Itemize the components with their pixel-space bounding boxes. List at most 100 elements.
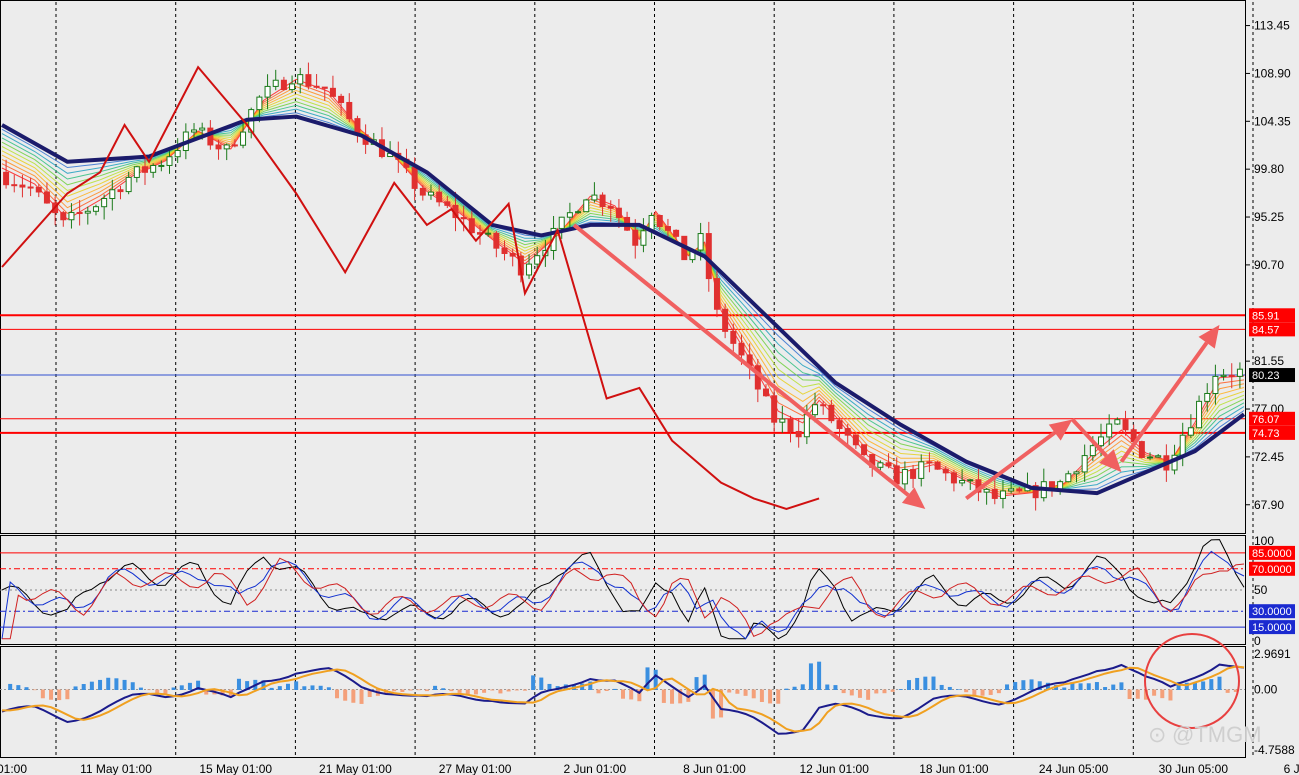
candle [444, 201, 451, 206]
macd-histogram-bar [179, 685, 184, 690]
macd-histogram-bar [424, 689, 429, 692]
macd-histogram-bar [939, 684, 944, 690]
price-tag-label: 76.07 [1252, 414, 1280, 426]
time-label: 30 Jun 05:00 [1159, 762, 1229, 775]
macd-histogram-bar [1160, 689, 1165, 699]
time-label: 27 May 01:00 [439, 762, 512, 775]
candle [836, 420, 843, 430]
candle [1016, 488, 1023, 492]
candle [256, 96, 263, 111]
candle [534, 255, 541, 265]
candle [1081, 455, 1088, 473]
time-label: 2 Jun 01:00 [563, 762, 626, 775]
candle [1228, 374, 1235, 377]
macd-histogram-bar [1225, 689, 1230, 693]
macd-histogram-bar [1094, 682, 1099, 690]
macd-histogram-bar [1078, 683, 1083, 690]
candle [35, 186, 42, 193]
macd-histogram-bar [1209, 679, 1214, 690]
price-tick-label: 72.45 [1254, 450, 1284, 464]
macd-histogram-bar [335, 689, 340, 699]
candle [280, 79, 287, 91]
macd-histogram-bar [269, 687, 274, 690]
candle [1179, 434, 1186, 456]
candle [697, 233, 704, 251]
candle [207, 127, 214, 146]
macd-histogram-bar [1168, 689, 1173, 701]
candle [599, 194, 606, 208]
candle [1114, 419, 1121, 425]
candle [934, 461, 941, 470]
macd-histogram-bar [833, 685, 838, 690]
candle [803, 414, 810, 438]
candle [730, 330, 737, 344]
candle [999, 490, 1006, 499]
macd-histogram-bar [147, 689, 152, 691]
chart-background [0, 0, 1299, 775]
macd-histogram-bar [457, 689, 462, 693]
candle [1155, 455, 1162, 458]
macd-histogram-bar [473, 689, 478, 695]
candle [68, 212, 75, 221]
macd-histogram-bar [1135, 689, 1140, 699]
macd-histogram-bar [1021, 680, 1026, 690]
candle [607, 206, 614, 209]
macd-histogram-bar [874, 689, 879, 694]
macd-histogram-bar [964, 689, 969, 693]
candle [983, 488, 990, 493]
candle [346, 101, 353, 120]
oscillator-tick-label: 50 [1254, 583, 1268, 597]
macd-histogram-bar [1119, 682, 1124, 690]
candle [1220, 374, 1227, 377]
candle [1065, 473, 1072, 483]
candle [264, 85, 271, 98]
watermark-icon: ⊙ [1148, 722, 1166, 747]
macd-histogram-bar [661, 689, 666, 703]
macd-histogram-bar [506, 689, 511, 692]
candle [991, 488, 998, 499]
macd-histogram-bar [898, 689, 903, 690]
macd-histogram-bar [138, 687, 143, 690]
time-label: 21 May 01:00 [319, 762, 392, 775]
macd-histogram-bar [1127, 689, 1132, 700]
macd-histogram-bar [776, 689, 781, 704]
macd-histogram-bar [40, 689, 45, 699]
macd-histogram-bar [980, 689, 985, 696]
candle [289, 83, 296, 91]
macd-histogram-bar [106, 677, 111, 690]
candle [967, 479, 974, 482]
macd-histogram-bar [670, 689, 675, 704]
candle [485, 232, 492, 235]
candle [158, 164, 165, 167]
time-label: 01:00 [0, 762, 27, 775]
price-tag-label: 70.0000 [1252, 564, 1292, 576]
candle [305, 74, 312, 87]
candle [664, 226, 671, 231]
candle [101, 198, 108, 208]
macd-histogram-bar [931, 676, 936, 690]
macd-histogram-bar [768, 689, 773, 704]
macd-histogram-bar [81, 684, 86, 690]
candle [223, 144, 230, 150]
price-tick-label: 108.90 [1254, 66, 1291, 80]
candle [787, 418, 794, 432]
macd-histogram-bar [498, 689, 503, 694]
time-label: 18 Jun 01:00 [919, 762, 989, 775]
candle [60, 212, 67, 221]
macd-histogram-bar [1005, 684, 1010, 690]
macd-tick-label: 2.9691 [1254, 647, 1291, 661]
candle [722, 308, 729, 332]
macd-histogram-bar [735, 689, 740, 694]
candle [526, 263, 533, 276]
candle [338, 95, 345, 103]
price-tick-label: 99.80 [1254, 162, 1284, 176]
macd-histogram-bar [171, 687, 176, 690]
macd-histogram-bar [759, 689, 764, 702]
price-tag-label: 80.23 [1252, 370, 1280, 382]
macd-histogram-bar [1029, 679, 1034, 690]
candle [1008, 488, 1015, 492]
price-tag-label: 84.57 [1252, 324, 1280, 336]
macd-histogram-bar [122, 679, 127, 690]
candle [713, 278, 720, 310]
candle [427, 191, 434, 196]
